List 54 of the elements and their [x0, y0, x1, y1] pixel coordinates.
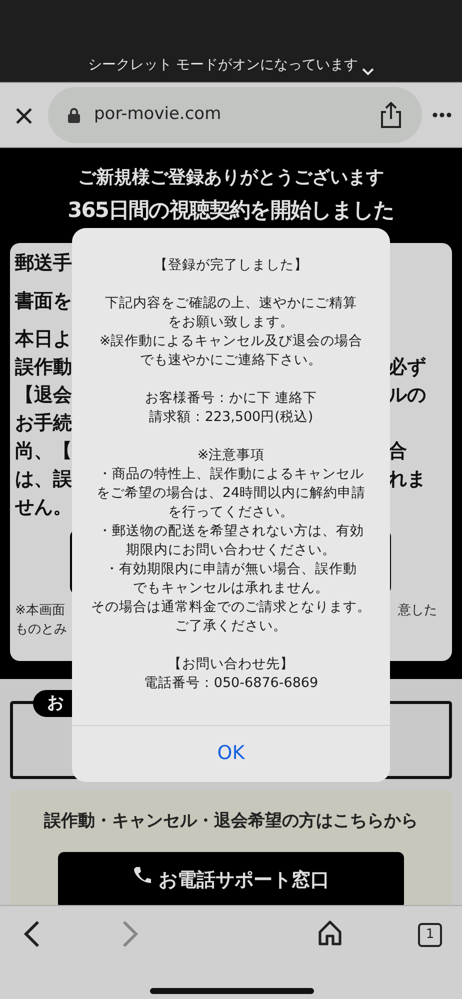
close-icon: [14, 106, 34, 126]
dialog-text: その場合は通常料金でのご請求となります。: [90, 598, 372, 617]
support-heading: 誤作動・キャンセル・退会希望の方はこちらから: [42, 810, 419, 832]
share-icon[interactable]: [380, 102, 402, 128]
dialog-text: お客様番号：かに下 連絡下: [144, 389, 318, 408]
notice-text: 【退会: [15, 382, 72, 408]
notice-text: せん。: [15, 494, 72, 520]
home-button[interactable]: [318, 920, 342, 946]
notice-text: ルの: [388, 384, 426, 406]
more-icon[interactable]: [432, 112, 452, 118]
phone-icon: [132, 866, 150, 884]
dialog-text: 【お問い合わせ先】: [167, 655, 295, 674]
note-text: ※本画面: [15, 602, 65, 620]
forward-icon: [120, 920, 140, 948]
notice-text: 誤作動: [15, 354, 72, 380]
dialog-text: 電話番号：050-6876-6869: [142, 674, 320, 693]
phone-support-button[interactable]: お電話サポート窓口: [58, 852, 404, 905]
home-icon: [318, 920, 342, 946]
dialog-text: 下記内容をご確認の上、速やかにご精算: [104, 294, 358, 313]
header-text: ご新規様ご登録ありがとうございます: [77, 166, 385, 190]
dialog-text: 期限内にお問い合わせください。: [125, 541, 337, 560]
dialog-text: ・有効期限内に申請が無い場合、誤作動: [104, 560, 358, 579]
incognito-banner-text: シークレット モードがオンになっています: [88, 56, 358, 75]
back-button[interactable]: [22, 920, 42, 948]
notice-text: 郵送手: [15, 250, 72, 276]
header-title: 365日間の視聴契約を開始しました: [66, 197, 396, 224]
dialog-text: ・商品の特性上、誤作動によるキャンセル: [97, 465, 365, 484]
notice-text: は、誤: [15, 466, 72, 492]
dialog-text: でも速やかにご連絡下さい。: [139, 351, 323, 370]
lock-icon: [68, 108, 80, 122]
dialog-text: を行ってください。: [167, 503, 295, 522]
notice-text: 合: [388, 440, 407, 462]
chevron-down-icon[interactable]: [362, 68, 374, 76]
note-text: ものとみ: [15, 620, 67, 638]
notice-text: お手続: [15, 410, 72, 436]
dialog-text: 請求額：223,500円(税込): [148, 408, 314, 427]
note-text: 意した: [398, 602, 437, 618]
notice-text: 必ず: [388, 356, 426, 378]
url-text: por-movie.com: [94, 103, 222, 126]
notice-text: 尚、【: [15, 438, 72, 464]
dialog-text: をご希望の場合は、24時間以内に解約申請: [95, 484, 367, 503]
back-icon: [22, 920, 42, 948]
dialog-text: をお願い致します。: [167, 313, 295, 332]
address-bar[interactable]: por-movie.com: [48, 87, 422, 143]
dialog-text: でもキャンセルは承れません。: [132, 579, 330, 598]
dialog-text: ・郵送物の配送を希望されない方は、有効: [97, 522, 365, 541]
notice-text: 書面を: [15, 288, 72, 314]
ok-button[interactable]: OK: [72, 725, 390, 782]
tabs-button[interactable]: 1: [418, 923, 442, 947]
dialog-text: ※注意事項: [196, 446, 266, 465]
notice-text: 本日よ: [15, 326, 72, 352]
dialog-text: 【登録が完了しました】: [153, 256, 309, 275]
dialog-text: ※誤作動によるキャンセル及び退会の場合: [98, 332, 364, 351]
dialog-text: ご了承ください。: [174, 617, 288, 636]
